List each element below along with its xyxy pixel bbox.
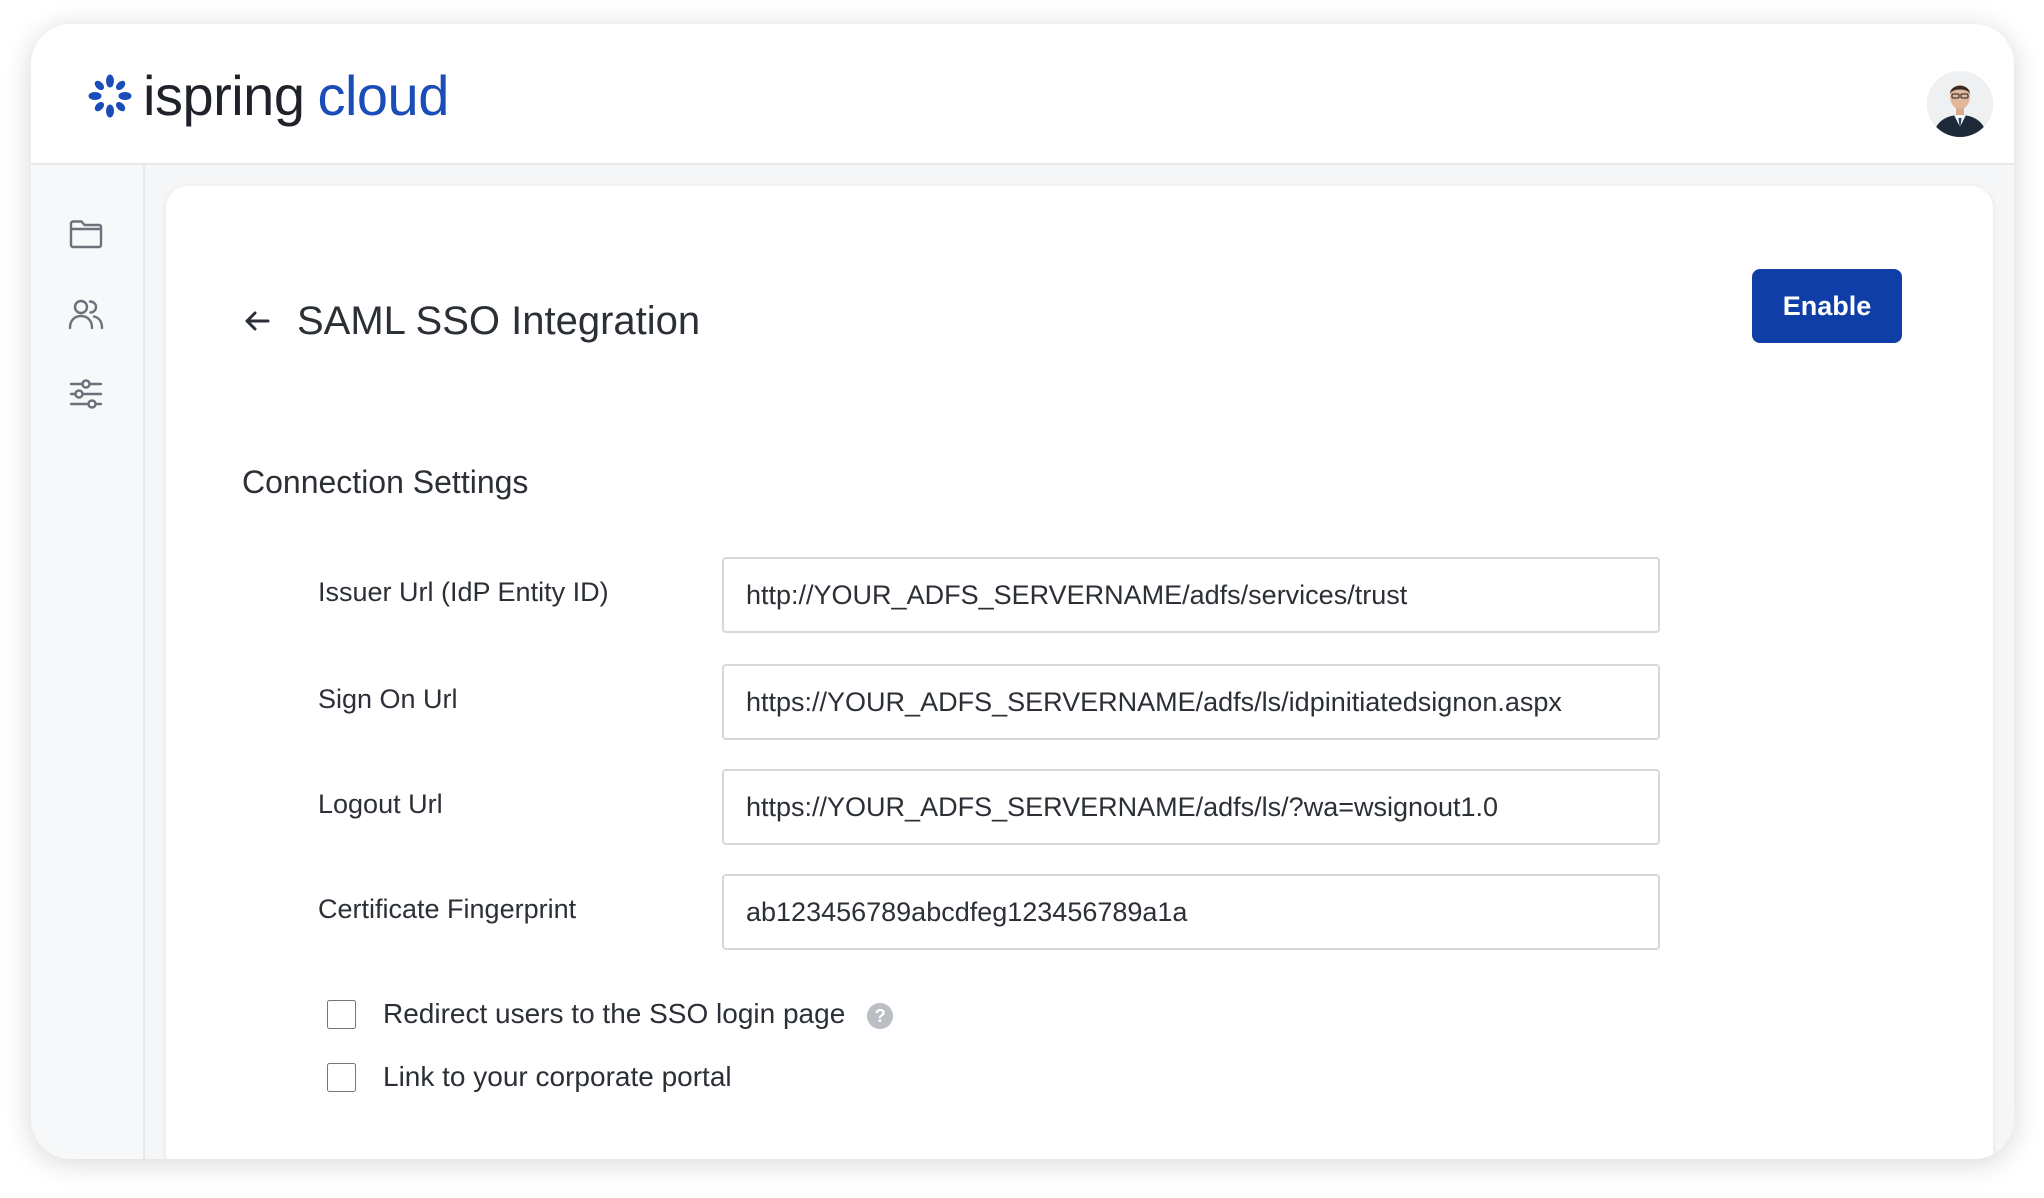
option-corporate-portal: Link to your corporate portal [327, 1057, 732, 1097]
sidebar-item-users[interactable] [57, 285, 115, 343]
users-icon [68, 299, 104, 330]
brand-name-secondary: cloud [317, 64, 449, 127]
sign-on-url-input[interactable] [722, 664, 1660, 740]
redirect-sso-label[interactable]: Redirect users to the SSO login page [383, 996, 845, 1032]
brand-logo[interactable]: ispring cloud [87, 64, 449, 128]
option-redirect-sso: Redirect users to the SSO login page ? [327, 994, 894, 1034]
section-title: Connection Settings [242, 464, 529, 500]
settings-card: SAML SSO Integration Enable Connection S… [166, 186, 1993, 1159]
corporate-portal-checkbox[interactable] [327, 1062, 356, 1092]
ispring-logo-icon [88, 74, 132, 118]
field-label: Logout Url [318, 789, 443, 819]
sidebar-item-settings[interactable] [57, 365, 115, 423]
page-title: SAML SSO Integration [297, 299, 701, 343]
field-certificate-fingerprint: Certificate Fingerprint [166, 874, 1993, 950]
top-bar: ispring cloud [31, 24, 2014, 165]
field-issuer-url: Issuer Url (IdP Entity ID) [166, 557, 1993, 633]
logout-url-input[interactable] [722, 769, 1660, 845]
sidebar-item-content[interactable] [57, 205, 115, 263]
redirect-sso-checkbox[interactable] [327, 999, 356, 1029]
field-sign-on-url: Sign On Url [166, 664, 1993, 740]
user-avatar-icon [1927, 71, 1993, 137]
folder-icon [69, 220, 103, 249]
settings-sliders-icon [69, 379, 103, 409]
sidebar [31, 165, 145, 1159]
field-label: Sign On Url [318, 684, 458, 714]
brand-name-primary: ispring [143, 64, 305, 127]
issuer-url-input[interactable] [722, 557, 1660, 633]
field-logout-url: Logout Url [166, 769, 1993, 845]
back-arrow-icon[interactable] [240, 304, 274, 338]
help-icon[interactable]: ? [867, 1003, 894, 1029]
corporate-portal-label[interactable]: Link to your corporate portal [383, 1059, 732, 1095]
field-label: Issuer Url (IdP Entity ID) [318, 577, 609, 607]
user-avatar[interactable] [1927, 71, 1993, 137]
enable-button[interactable]: Enable [1752, 269, 1902, 343]
certificate-fingerprint-input[interactable] [722, 874, 1660, 950]
field-label: Certificate Fingerprint [318, 894, 577, 924]
app-window: ispring cloud SAML SSO Integration Enabl… [31, 24, 2014, 1159]
